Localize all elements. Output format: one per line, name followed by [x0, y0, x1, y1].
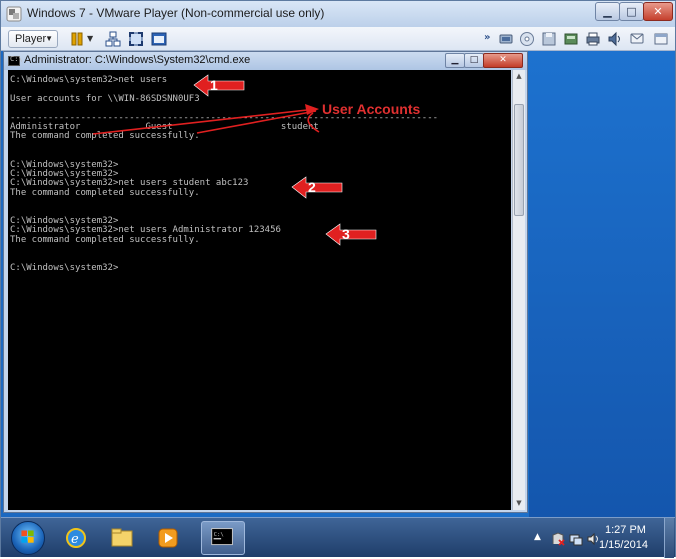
windows-explorer-icon[interactable]	[105, 521, 143, 555]
network-status-icon[interactable]	[569, 532, 583, 546]
cmd-title-bar[interactable]: C:\ Administrator: C:\Windows\System32\c…	[4, 52, 527, 70]
annotation-step-2: 2	[308, 179, 316, 195]
cmd-window-title: Administrator: C:\Windows\System32\cmd.e…	[24, 54, 251, 66]
minimize-button[interactable]: ▁	[595, 2, 620, 21]
action-center-icon[interactable]	[551, 532, 565, 546]
cmd-window-icon: C:\	[8, 55, 23, 66]
scroll-down-arrow-icon[interactable]: ▼	[513, 497, 525, 510]
show-hidden-icons-icon[interactable]: ▲	[534, 532, 548, 546]
scroll-thumb[interactable]	[514, 104, 524, 216]
console-line: C:\Windows\system32>net users	[10, 75, 168, 85]
command-prompt-icon[interactable]: C:\	[201, 521, 245, 555]
cmd-minimize-button[interactable]: ▁	[445, 53, 465, 68]
close-button[interactable]: ✕	[643, 2, 673, 21]
network-icon[interactable]	[105, 31, 121, 47]
cmd-maximize-button[interactable]: □	[464, 53, 484, 68]
console-line: The command completed successfully.	[10, 131, 200, 142]
console-output[interactable]: C:\Windows\system32>net users User accoun…	[8, 70, 511, 510]
fullscreen-icon[interactable]	[128, 31, 144, 47]
usb-icon[interactable]	[498, 31, 514, 47]
desktop-background	[529, 51, 675, 517]
console-line: C:\Windows\system32>	[10, 262, 119, 273]
vmware-player-window: Windows 7 - VMware Player (Non-commercia…	[0, 0, 676, 558]
cmd-scrollbar[interactable]: ▲ ▼	[512, 70, 525, 510]
player-menu-button[interactable]: Player ▼	[8, 30, 58, 48]
dropdown-caret-icon: ▼	[45, 34, 53, 43]
taskbar: e C:\ ▲ 1:27 PM 1/15/2014	[1, 517, 675, 558]
scroll-up-arrow-icon[interactable]: ▲	[513, 70, 525, 83]
vmware-logo-icon	[6, 6, 22, 22]
media-player-icon[interactable]	[151, 521, 189, 555]
pause-icon[interactable]	[69, 31, 85, 47]
console-line: The command completed successfully.	[10, 234, 200, 245]
clock-time[interactable]: 1:27 PM	[605, 524, 646, 536]
player-menu-label: Player	[15, 33, 47, 45]
console-line: The command completed successfully.	[10, 187, 200, 198]
svg-text:e: e	[71, 532, 79, 547]
cmd-close-button[interactable]: ✕	[483, 53, 523, 68]
annotation-step-1: 1	[210, 77, 218, 93]
annotation-step-3: 3	[342, 226, 350, 242]
floppy-icon[interactable]	[541, 31, 557, 47]
vmware-title-bar[interactable]: Windows 7 - VMware Player (Non-commercia…	[1, 1, 675, 27]
vmware-window-title: Windows 7 - VMware Player (Non-commercia…	[27, 6, 325, 20]
svg-text:C:\: C:\	[214, 532, 224, 538]
maximize-button[interactable]: □	[619, 2, 644, 21]
window-icon[interactable]	[653, 31, 669, 47]
start-orb-icon[interactable]	[11, 521, 45, 555]
sound-icon[interactable]	[607, 31, 623, 47]
cd-icon[interactable]	[519, 31, 535, 47]
show-desktop-button[interactable]	[664, 518, 674, 558]
pause-dropdown-icon[interactable]: ▼	[87, 34, 103, 50]
annotation-user-accounts-label: User Accounts	[322, 101, 421, 117]
unity-icon[interactable]	[151, 31, 167, 47]
printer-icon[interactable]	[585, 31, 601, 47]
internet-explorer-icon[interactable]: e	[59, 521, 97, 555]
clock-date[interactable]: 1/15/2014	[599, 539, 648, 551]
cmd-window: C:\ Administrator: C:\Windows\System32\c…	[3, 51, 528, 513]
vmware-toolbar: Player ▼ ▼ »	[1, 27, 675, 51]
hdd-icon[interactable]	[563, 31, 579, 47]
message-icon[interactable]	[629, 31, 645, 47]
